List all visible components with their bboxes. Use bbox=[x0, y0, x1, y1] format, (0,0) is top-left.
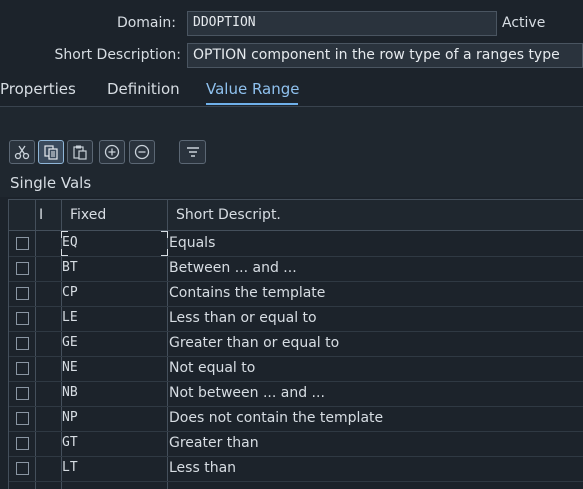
fixed-value-cell[interactable]: NE bbox=[62, 360, 78, 375]
row-select-checkbox[interactable] bbox=[16, 237, 29, 250]
column-header-fixed[interactable]: Fixed bbox=[70, 207, 106, 223]
row-select-checkbox[interactable] bbox=[16, 262, 29, 275]
table-row[interactable]: GE Greater than or equal to bbox=[9, 331, 583, 357]
short-description-cell[interactable]: Greater than or equal to bbox=[169, 335, 339, 351]
fixed-value-cell[interactable]: NB bbox=[62, 385, 78, 400]
short-description-label: Short Description: bbox=[54, 47, 181, 63]
short-description-cell[interactable]: Does not contain the template bbox=[169, 410, 383, 426]
header: Domain: DDOPTION Active Short Descriptio… bbox=[0, 0, 583, 72]
add-row-button[interactable] bbox=[99, 140, 125, 164]
table-row[interactable]: NB Not between ... and ... bbox=[9, 381, 583, 407]
cell-focus-marker bbox=[161, 249, 168, 256]
table-row[interactable]: NP Does not contain the template bbox=[9, 406, 583, 432]
table-row[interactable]: LE Less than or equal to bbox=[9, 306, 583, 332]
fixed-value-cell[interactable]: LT bbox=[62, 460, 78, 475]
short-description-cell[interactable]: Less than or equal to bbox=[169, 310, 317, 326]
tab-bar: Properties Definition Value Range bbox=[0, 72, 583, 107]
tab-value-range[interactable]: Value Range bbox=[206, 80, 300, 98]
status-text: Active bbox=[502, 15, 546, 31]
short-description-cell[interactable]: Contains the template bbox=[169, 285, 325, 301]
table-header: I Fixed Short Descript. bbox=[9, 200, 583, 231]
short-description-cell[interactable]: Not between ... and ... bbox=[169, 385, 325, 401]
row-select-checkbox[interactable] bbox=[16, 387, 29, 400]
copy-icon bbox=[44, 145, 58, 160]
domain-label: Domain: bbox=[116, 15, 176, 31]
cut-button[interactable] bbox=[9, 140, 35, 164]
fixed-value-cell[interactable]: LE bbox=[62, 310, 78, 325]
copy-button[interactable] bbox=[38, 140, 64, 164]
cell-focus-marker bbox=[61, 231, 68, 238]
filter-button[interactable] bbox=[179, 140, 206, 164]
cut-icon bbox=[14, 145, 30, 160]
table-row[interactable]: EQ Equals bbox=[9, 231, 583, 257]
remove-row-icon bbox=[134, 144, 150, 160]
row-select-checkbox[interactable] bbox=[16, 462, 29, 475]
active-tab-indicator bbox=[206, 103, 298, 105]
fixed-value-cell[interactable]: CP bbox=[62, 285, 78, 300]
cell-focus-marker bbox=[61, 249, 68, 256]
add-row-icon bbox=[104, 144, 120, 160]
row-select-checkbox[interactable] bbox=[16, 437, 29, 450]
row-select-checkbox[interactable] bbox=[16, 337, 29, 350]
short-description-cell[interactable]: Not equal to bbox=[169, 360, 255, 376]
paste-button[interactable] bbox=[67, 140, 93, 164]
table-row[interactable]: LT Less than bbox=[9, 456, 583, 482]
fixed-value-cell[interactable]: NP bbox=[62, 410, 78, 425]
tab-definition[interactable]: Definition bbox=[107, 80, 180, 98]
table-row[interactable]: BT Between ... and ... bbox=[9, 256, 583, 282]
table-row[interactable]: GT Greater than bbox=[9, 431, 583, 457]
fixed-value-cell[interactable]: GE bbox=[62, 335, 78, 350]
row-select-checkbox[interactable] bbox=[16, 312, 29, 325]
row-select-checkbox[interactable] bbox=[16, 412, 29, 425]
short-description-cell[interactable]: Less than bbox=[169, 460, 236, 476]
section-title: Single Vals bbox=[10, 174, 92, 192]
tab-properties[interactable]: Properties bbox=[0, 80, 76, 98]
table-row[interactable]: NE Not equal to bbox=[9, 356, 583, 382]
short-description-field[interactable]: OPTION component in the row type of a ra… bbox=[187, 43, 583, 68]
remove-row-button[interactable] bbox=[129, 140, 155, 164]
domain-field[interactable]: DDOPTION bbox=[187, 11, 497, 36]
cell-focus-marker bbox=[161, 231, 168, 238]
single-values-table: I Fixed Short Descript. EQ Equals BT Betwee… bbox=[8, 199, 583, 489]
row-select-checkbox[interactable] bbox=[16, 362, 29, 375]
table-row[interactable]: CP Contains the template bbox=[9, 281, 583, 307]
row-select-checkbox[interactable] bbox=[16, 287, 29, 300]
short-description-cell[interactable]: Greater than bbox=[169, 435, 259, 451]
paste-icon bbox=[73, 145, 87, 160]
fixed-value-cell[interactable]: GT bbox=[62, 435, 78, 450]
column-header-short-description[interactable]: Short Descript. bbox=[176, 207, 281, 223]
column-header-indicator[interactable]: I bbox=[39, 207, 43, 223]
short-description-cell[interactable]: Equals bbox=[169, 235, 215, 251]
filter-icon bbox=[186, 147, 199, 157]
short-description-cell[interactable]: Between ... and ... bbox=[169, 260, 297, 276]
fixed-value-cell[interactable]: BT bbox=[62, 260, 78, 275]
